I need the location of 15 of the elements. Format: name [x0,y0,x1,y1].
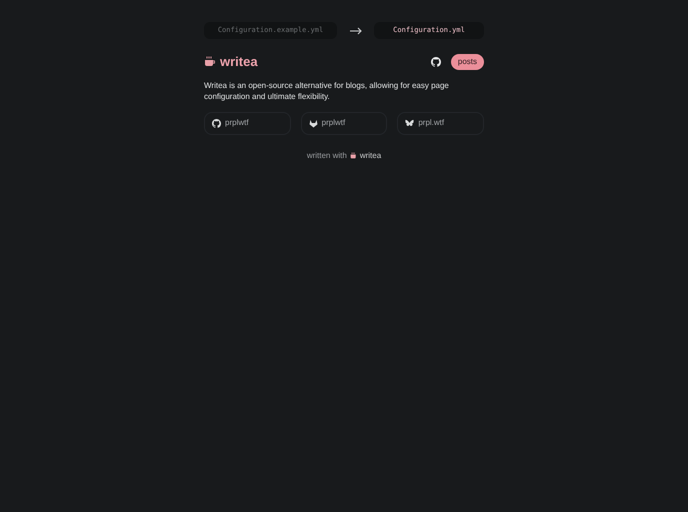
description-text: Writea is an open-source alternative for blogs, allowing for easy page configuration and ultimate flexibility. [204,80,450,102]
social-link[interactable]: prplwtf [204,112,291,134]
coffee-cup-icon [350,152,357,159]
github-icon[interactable] [430,56,441,67]
github-icon [212,118,221,128]
fox-icon [308,118,318,128]
coffee-cup-icon [204,56,215,68]
butterfly-icon [405,118,414,128]
posts-button[interactable]: posts [450,54,484,70]
site-title: writea [220,53,258,71]
arrow-icon [350,26,362,34]
social-link[interactable]: prplwtf [300,112,388,134]
footer-text: written with [306,150,347,162]
social-link[interactable]: prpl.wtf [397,112,484,134]
footer-link[interactable]: writea [360,150,382,162]
